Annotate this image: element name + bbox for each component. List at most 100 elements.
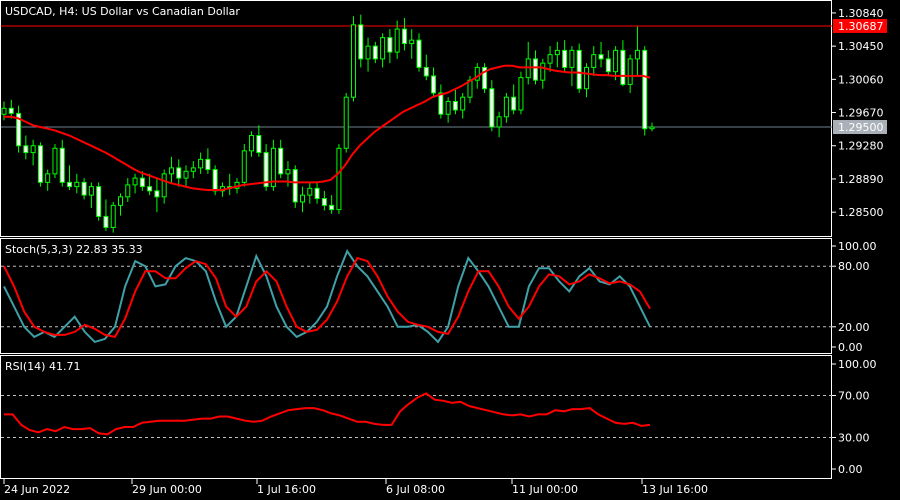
candle-body [358,24,364,60]
candle-body [314,187,320,200]
candle-body [547,54,553,64]
x-tick-label: 11 Jul 00:00 [512,483,578,496]
candle-body [59,147,65,183]
candle-body [452,100,458,111]
x-tick-label: 24 Jun 2022 [4,483,70,496]
price-y-tick-label: 1.28890 [838,173,884,186]
candle-body [503,96,509,118]
rsi-y-tick-label: 30.00 [838,432,870,445]
candle-body [117,196,123,206]
candle-body [562,49,568,68]
candle-body [598,54,604,60]
y-axis: 1.30840 1.30450 1.30060 1.29670 1.29280 1.288… [832,7,887,476]
candle-body [205,158,211,171]
candle-body [52,147,58,175]
candle-body [45,173,51,183]
candle-body [292,169,298,203]
candle-body [431,75,437,94]
price-y-tick-label: 1.29280 [838,140,884,153]
candle-body [569,49,575,68]
rsi-y-tick-label: 0.00 [838,463,863,476]
candle-body [401,28,407,45]
candle-body [372,45,378,60]
ask-price-label: 1.30687 [838,20,884,33]
candle-body [350,24,356,98]
candle-body [96,186,102,217]
candle-body [445,100,451,115]
candle-body [212,169,218,192]
rsi-panel-frame [0,355,832,479]
candle-body [132,177,138,186]
x-tick-label: 29 Jun 00:00 [132,483,202,496]
candle-body [23,145,29,154]
candle-body [634,49,640,60]
price-plot [1,14,832,233]
price-panel-frame [0,0,832,237]
candle-body [103,215,109,228]
candle-body [321,198,327,206]
stoch-y-tick-label: 20.00 [838,321,870,334]
candle-body [540,62,546,81]
bid-price-label: 1.29500 [838,121,884,134]
stoch-y-tick-label: 0.00 [838,341,863,354]
candle-body [460,96,466,111]
candle-body [168,167,174,175]
candle-body [533,58,539,81]
price-y-tick-label: 1.29670 [838,107,884,120]
x-tick-label: 13 Jul 16:00 [642,483,708,496]
price-y-tick-label: 1.28500 [838,206,884,219]
candle-body [176,167,182,179]
candle-body [489,88,495,128]
candle-body [183,170,189,179]
candle-body [627,58,633,85]
candle-body [88,186,94,196]
x-tick-label: 1 Jul 16:00 [257,483,316,496]
candle-body [496,116,502,128]
stoch-plot [1,248,832,344]
price-y-tick-label: 1.30840 [838,7,884,20]
candle-body [438,92,444,115]
candle-body [518,77,524,111]
candle-body [642,49,648,130]
candle-body [511,96,517,111]
candle-body [74,181,80,188]
candle-body [278,147,284,175]
price-y-tick-label: 1.30450 [838,40,884,53]
candle-body [67,181,73,188]
candle-body [1,107,7,115]
candle-body [409,39,415,45]
x-tick-label: 6 Jul 08:00 [386,483,445,496]
stoch-indicator-title: Stoch(5,3,3) 22.83 35.33 [5,243,143,256]
candle-body [343,96,349,149]
candle-body [30,145,36,154]
candle-body [649,126,655,130]
candle-body [380,37,386,60]
moving-average-line [4,64,651,191]
candle-body [161,173,167,198]
candle-body [241,150,247,183]
rsi-y-tick-label: 100.00 [838,358,877,371]
rsi-line [4,392,651,436]
rsi-y-tick-label: 70.00 [838,390,870,403]
candle-body [423,66,429,77]
price-y-tick-label: 1.30060 [838,73,884,86]
candle-body [416,39,422,68]
candle-body [583,66,589,90]
candle-body [620,49,626,85]
candle-body [605,58,611,73]
candle-body [190,167,196,172]
candle-body [554,49,560,56]
stoch-y-tick-label: 80.00 [838,260,870,273]
candle-body [307,187,313,196]
candle-body [198,158,204,169]
candle-body [591,54,597,68]
candle-body [256,135,262,154]
candle-body [139,177,145,188]
candle-body [147,186,153,192]
stoch-y-tick-label: 100.00 [838,240,877,253]
stoch-main-line [3,248,651,344]
candle-body [8,107,14,114]
candle-body [154,190,160,198]
candle-body [300,194,306,203]
candle-body [613,49,619,73]
